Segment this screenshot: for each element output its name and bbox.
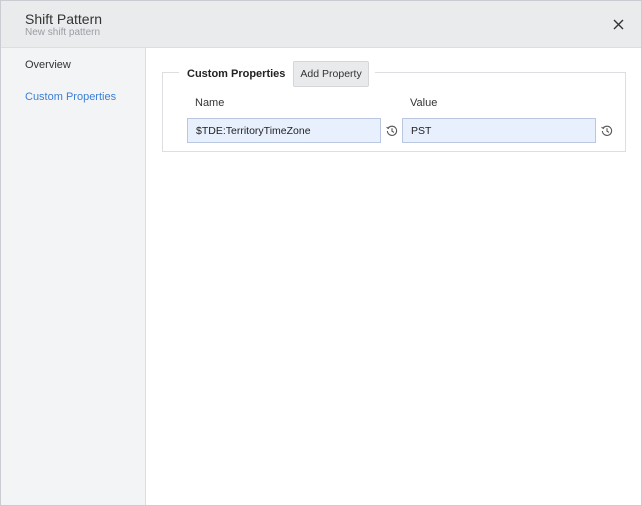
section-title: Custom Properties	[187, 68, 286, 80]
value-column-header: Value	[410, 97, 438, 109]
main-content: Custom Properties Add Property Name Valu…	[146, 48, 641, 505]
property-name-field[interactable]: $TDE:TerritoryTimeZone	[187, 118, 381, 143]
sidebar-item-overview[interactable]: Overview	[25, 59, 71, 71]
name-column-header: Name	[195, 97, 225, 109]
history-icon[interactable]	[385, 124, 399, 138]
sidebar-item-custom-properties[interactable]: Custom Properties	[25, 91, 116, 103]
custom-properties-group: Custom Properties Add Property Name Valu…	[162, 61, 626, 152]
close-icon	[613, 19, 623, 29]
dialog-header: Shift Pattern New shift pattern	[1, 1, 641, 48]
dialog-subtitle: New shift pattern	[25, 27, 101, 38]
add-property-button[interactable]: Add Property	[293, 61, 369, 87]
property-value-field[interactable]: PST	[402, 118, 596, 143]
history-icon[interactable]	[600, 124, 614, 138]
close-button[interactable]	[607, 13, 629, 35]
sidebar: Overview Custom Properties	[1, 48, 146, 505]
custom-properties-legend: Custom Properties Add Property	[179, 61, 375, 87]
shift-pattern-dialog: Shift Pattern New shift pattern Overview…	[0, 0, 642, 506]
dialog-title: Shift Pattern	[25, 11, 103, 27]
